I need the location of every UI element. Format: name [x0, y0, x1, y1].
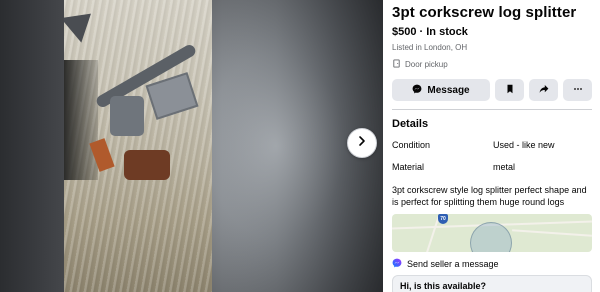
chevron-right-icon [356, 134, 368, 152]
detail-value: metal [493, 162, 516, 172]
detail-value: Used - like new [493, 140, 555, 150]
seller-message-input[interactable]: Hi, is this available? [392, 275, 592, 292]
listing-panel: 3pt corkscrew log splitter $500 · In sto… [383, 0, 600, 292]
detail-row-material: Material metal [392, 162, 592, 173]
detail-key: Material [392, 162, 425, 172]
message-button-label: Message [427, 84, 470, 96]
messenger-icon [392, 258, 407, 271]
message-input-value: Hi, is this available? [400, 281, 487, 291]
door-pickup-icon [392, 59, 405, 71]
more-dots-icon [573, 81, 583, 99]
details-heading: Details [392, 118, 429, 130]
pickup-label: Door pickup [405, 60, 448, 69]
save-button[interactable] [495, 79, 524, 101]
listing-price: $500 · In stock [392, 26, 468, 38]
next-photo-button[interactable] [347, 128, 377, 158]
send-seller-message: Send seller a message [392, 258, 592, 271]
share-arrow-icon [539, 81, 549, 99]
send-seller-label: Send seller a message [407, 259, 499, 269]
interstate-shield-icon: 70 [438, 214, 448, 224]
map-radius [470, 222, 512, 252]
listing-description: 3pt corkscrew style log splitter perfect… [392, 185, 587, 207]
more-button[interactable] [563, 79, 592, 101]
detail-key: Condition [392, 140, 431, 150]
pickup-method: Door pickup [392, 59, 592, 71]
message-button[interactable]: Message [392, 79, 490, 101]
action-bar: Message [392, 79, 592, 101]
divider [392, 109, 592, 110]
listing-location[interactable]: Listed in London, OH [392, 43, 592, 53]
messenger-icon [412, 84, 427, 97]
image-viewer [0, 0, 383, 292]
detail-row-condition: Condition Used - like new [392, 140, 592, 151]
bookmark-icon [505, 81, 515, 99]
listing-title: 3pt corkscrew log splitter [392, 4, 577, 21]
share-button[interactable] [529, 79, 558, 101]
location-map[interactable]: 70 [392, 214, 592, 252]
listing-photo[interactable] [64, 0, 212, 292]
